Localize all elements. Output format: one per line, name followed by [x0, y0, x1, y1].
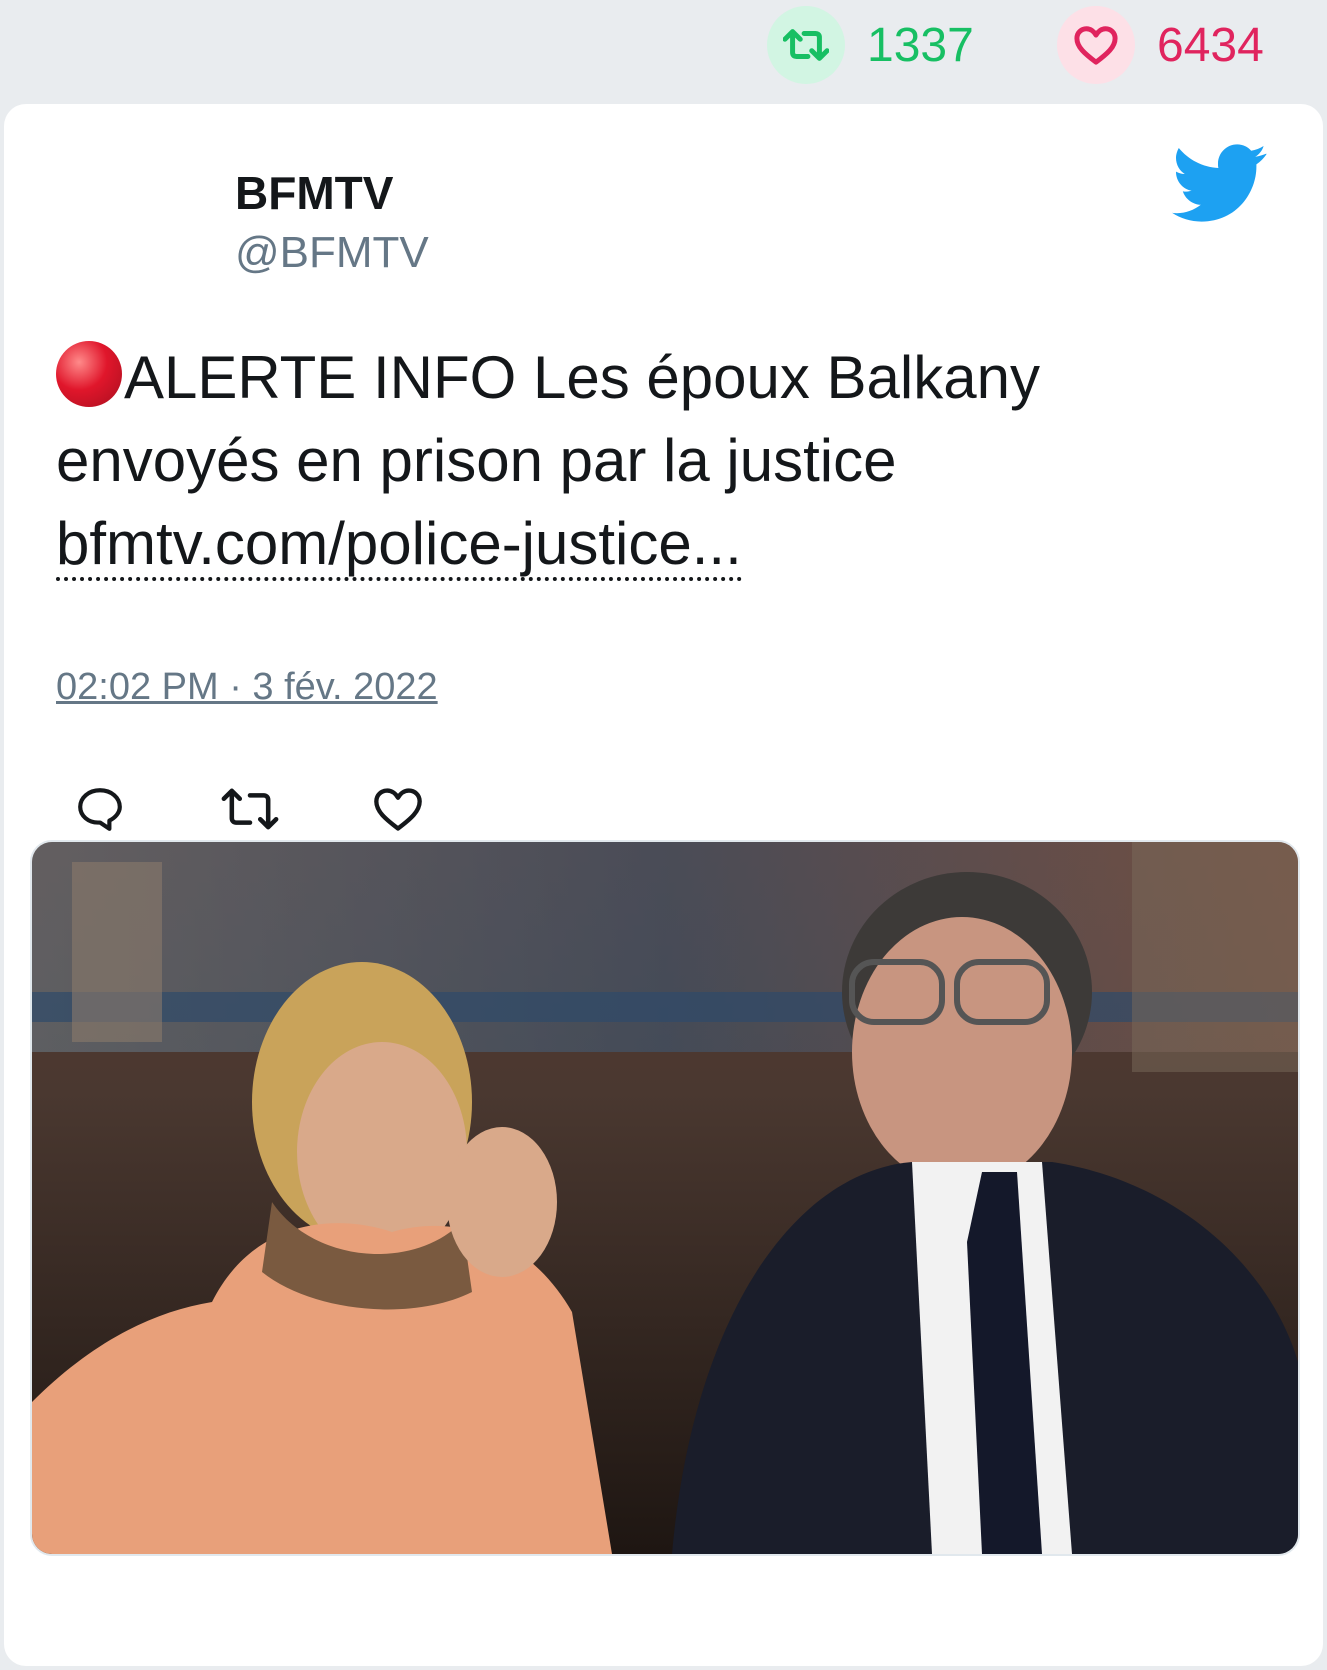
heart-icon[interactable]: [1057, 6, 1135, 84]
like-count: 6434: [1157, 18, 1264, 72]
author-name[interactable]: BFMTV: [235, 166, 393, 220]
twitter-bird-icon[interactable]: [1172, 144, 1268, 229]
reply-icon[interactable]: [74, 784, 126, 839]
retweet-icon[interactable]: [767, 6, 845, 84]
retweet-stat[interactable]: 1337: [767, 6, 974, 84]
heart-icon[interactable]: [372, 784, 424, 839]
retweet-icon[interactable]: [220, 784, 280, 839]
tweet-link[interactable]: bfmtv.com/police-justice...: [56, 510, 742, 581]
photo-placeholder: [32, 842, 1298, 1554]
tweet-media-photo[interactable]: [30, 840, 1300, 1556]
author-handle[interactable]: @BFMTV: [235, 228, 429, 278]
tweet-timestamp[interactable]: 02:02 PM · 3 fév. 2022: [56, 666, 438, 709]
like-stat[interactable]: 6434: [1057, 6, 1264, 84]
tweet-text: ALERTE INFO Les époux Balkany envoyés en…: [56, 336, 1256, 585]
red-circle-icon: [56, 341, 122, 407]
tweet-body: ALERTE INFO Les époux Balkany envoyés en…: [56, 344, 1040, 494]
tweet-card: BFMTV @BFMTV ALERTE INFO Les époux Balka…: [4, 104, 1323, 1666]
retweet-count: 1337: [867, 18, 974, 72]
engagement-stats-bar: 1337 6434: [0, 0, 1327, 100]
